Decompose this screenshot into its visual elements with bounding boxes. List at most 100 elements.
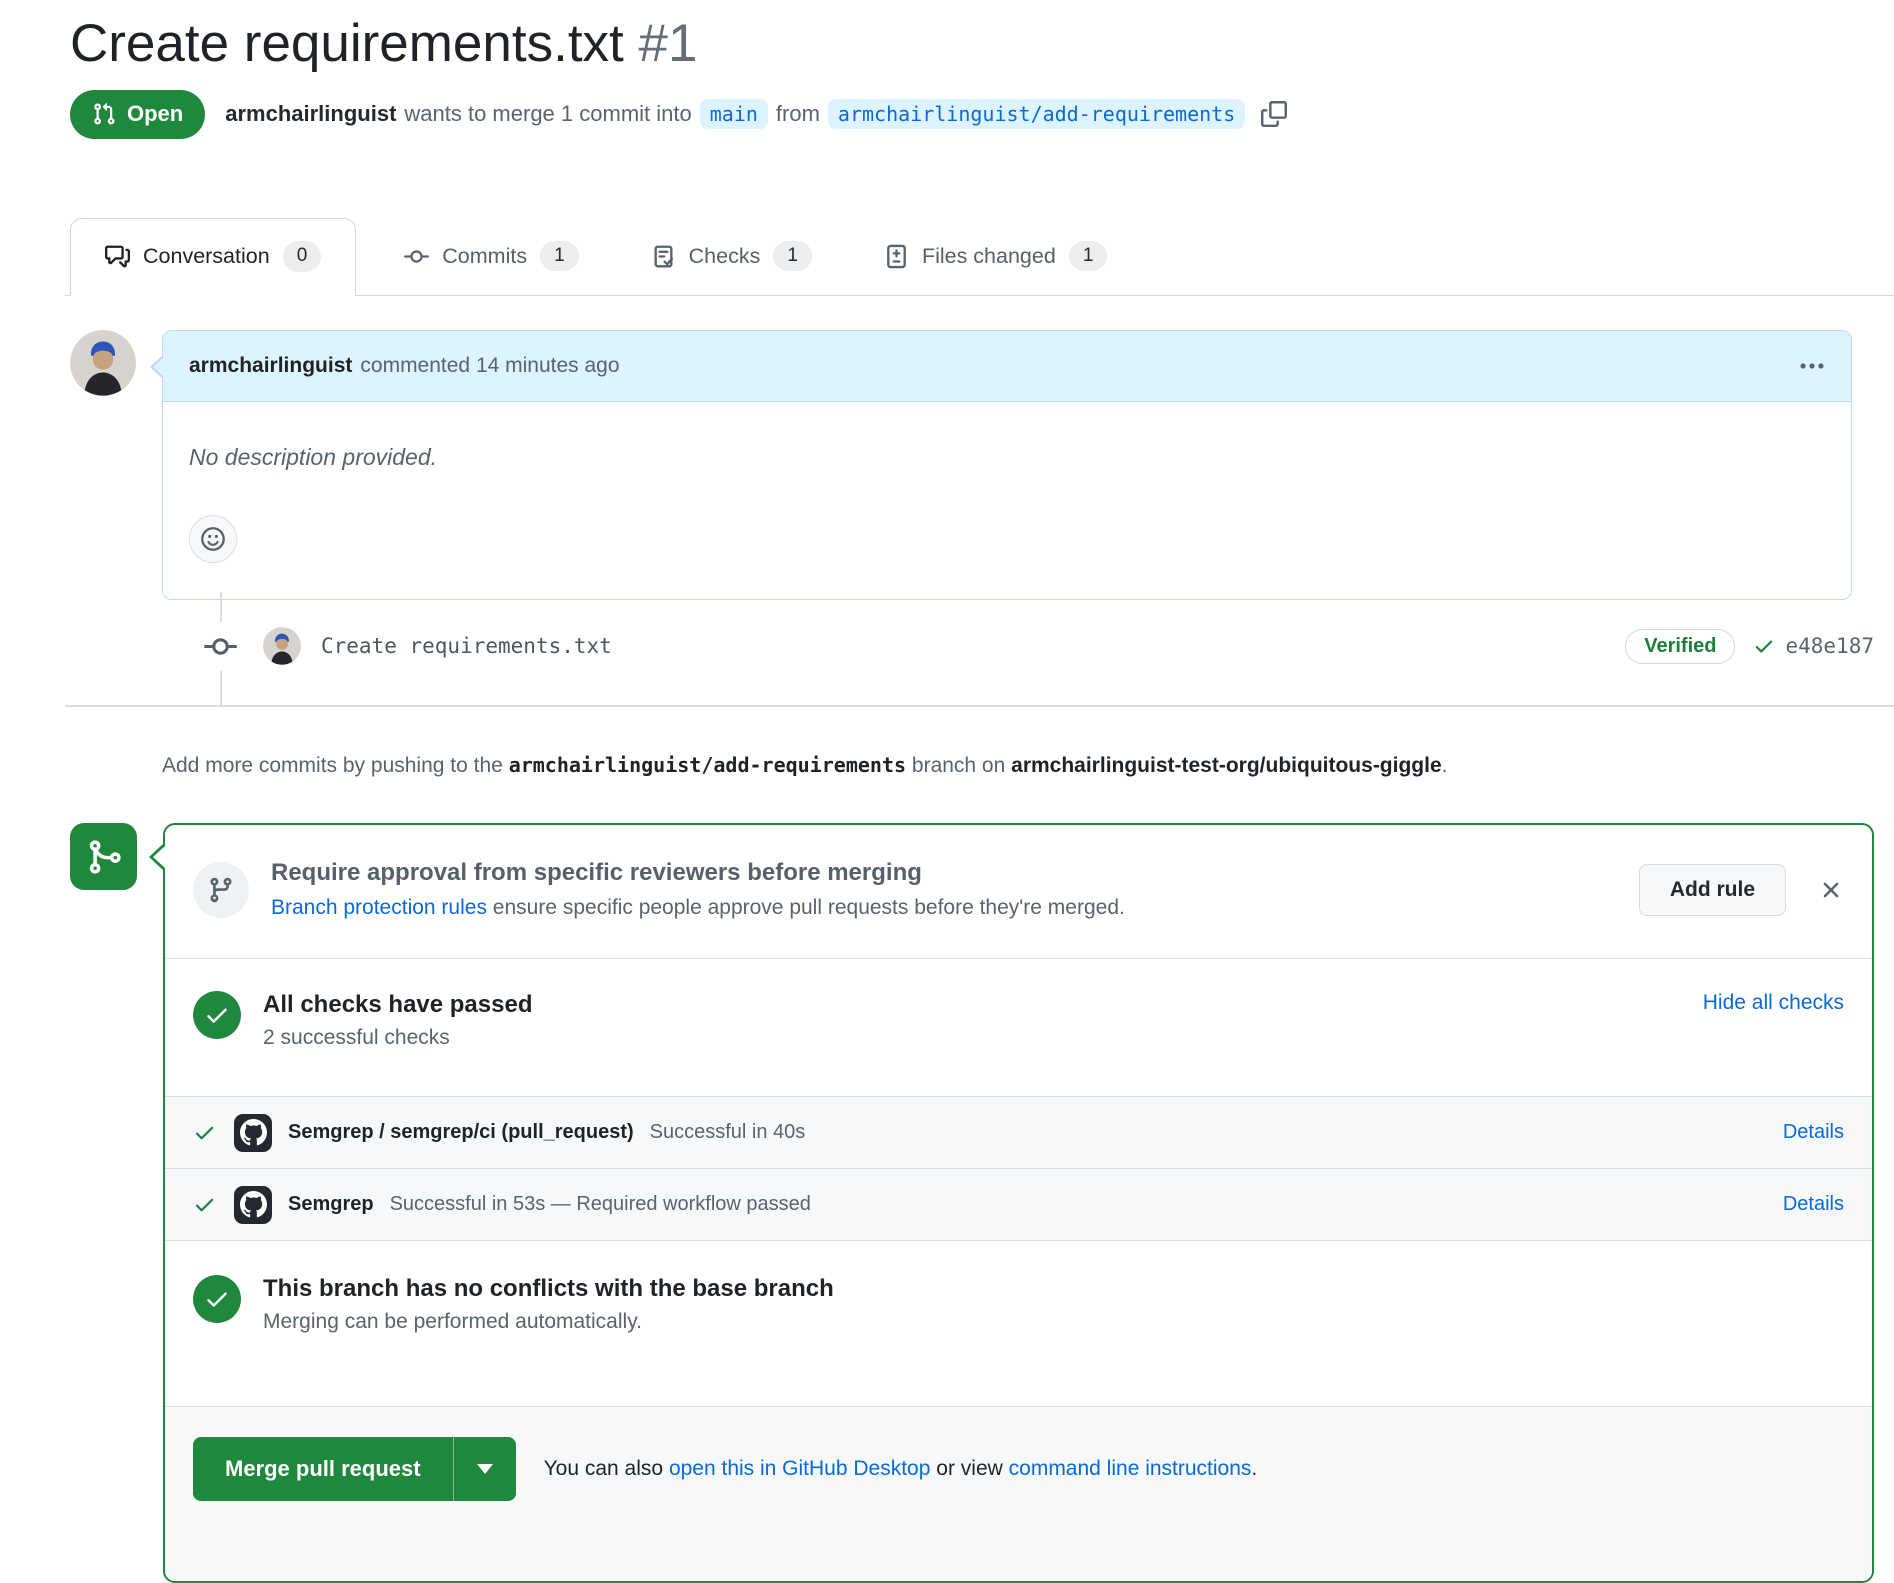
git-pull-request-icon (92, 102, 116, 126)
merge-status-area: Require approval from specific reviewers… (70, 823, 1874, 1583)
tab-label: Conversation (143, 244, 270, 269)
no-conflicts-title: This branch has no conflicts with the ba… (263, 1275, 834, 1303)
cta-text: You can also (544, 1457, 664, 1480)
check-icon[interactable] (1753, 635, 1775, 657)
checks-summary-text: All checks have passed 2 successful chec… (263, 991, 532, 1050)
merge-button-group: Merge pull request (193, 1437, 516, 1501)
check-passed-icon (193, 1193, 216, 1216)
verified-badge[interactable]: Verified (1625, 629, 1735, 664)
commit-status: Verified e48e187 (1625, 629, 1874, 664)
comment-body: No description provided. (163, 402, 1851, 471)
base-branch-label[interactable]: main (700, 99, 768, 129)
merge-options-dropdown[interactable] (453, 1437, 516, 1501)
no-conflicts-section: This branch has no conflicts with the ba… (165, 1240, 1872, 1406)
github-mark-icon (240, 1119, 267, 1146)
author-avatar[interactable] (70, 330, 136, 396)
copy-branch-button[interactable] (1261, 101, 1287, 127)
add-reaction-button[interactable] (189, 515, 237, 563)
check-row: Semgrep Successful in 53s — Required wor… (165, 1168, 1872, 1240)
checks-summary-section: All checks have passed 2 successful chec… (165, 959, 1872, 1096)
checks-summary-title: All checks have passed (263, 991, 532, 1019)
check-passed-icon (193, 1121, 216, 1144)
committer-avatar[interactable] (263, 627, 301, 665)
check-details-link[interactable]: Details (1783, 1193, 1844, 1216)
dismiss-protection-button[interactable] (1818, 877, 1844, 903)
smiley-icon (200, 526, 226, 552)
check-row: Semgrep / semgrep/ci (pull_request) Succ… (165, 1096, 1872, 1168)
tab-label: Commits (442, 244, 527, 269)
tab-conversation[interactable]: Conversation 0 (70, 218, 356, 296)
close-icon (1818, 877, 1844, 903)
protection-text: Require approval from specific reviewers… (271, 859, 1125, 920)
git-commit-icon (404, 244, 429, 269)
github-mark-icon (240, 1191, 267, 1218)
tab-counter: 0 (283, 241, 322, 272)
comment-box: armchairlinguist commented 14 minutes ag… (162, 330, 1852, 600)
github-actions-avatar (234, 1114, 272, 1152)
head-branch-label[interactable]: armchairlinguist/add-requirements (828, 99, 1245, 129)
reactions-row (189, 515, 1825, 563)
comment-options-button[interactable] (1799, 353, 1825, 379)
commit-message-link[interactable]: Create requirements.txt (321, 634, 612, 658)
success-check-icon (193, 1275, 241, 1323)
command-line-instructions-link[interactable]: command line instructions (1009, 1457, 1252, 1480)
pr-state-badge: Open (70, 90, 205, 139)
commit-row: Create requirements.txt Verified e48e187 (70, 622, 1874, 671)
checks-summary-subtitle: 2 successful checks (263, 1026, 532, 1050)
commit-sha-link[interactable]: e48e187 (1785, 634, 1874, 658)
hide-all-checks-link[interactable]: Hide all checks (1703, 991, 1844, 1015)
merge-box: Require approval from specific reviewers… (163, 823, 1874, 1583)
tab-counter: 1 (1069, 241, 1108, 272)
branch-protection-section: Require approval from specific reviewers… (165, 825, 1872, 959)
avatar-image (263, 627, 301, 665)
github-desktop-link[interactable]: open this in GitHub Desktop (669, 1457, 930, 1480)
tab-counter: 1 (773, 241, 812, 272)
protection-title: Require approval from specific reviewers… (271, 859, 1125, 887)
check-details-link[interactable]: Details (1783, 1121, 1844, 1144)
tab-commits[interactable]: Commits 1 (380, 218, 602, 295)
no-conflicts-subtitle: Merging can be performed automatically. (263, 1310, 834, 1334)
triangle-down-icon (477, 1464, 493, 1474)
tab-checks[interactable]: Checks 1 (627, 218, 836, 295)
add-rule-button[interactable]: Add rule (1639, 864, 1786, 916)
git-merge-icon (85, 838, 123, 876)
avatar-image (70, 330, 136, 396)
pull-request-page: Create requirements.txt #1 Open armchair… (0, 12, 1894, 1583)
checklist-icon (651, 244, 676, 269)
page-title: Create requirements.txt #1 (70, 12, 1874, 76)
check-name: Semgrep / semgrep/ci (pull_request) (288, 1121, 634, 1144)
git-commit-icon (204, 622, 237, 671)
comment-meta: commented 14 minutes ago (360, 354, 619, 378)
merge-cta-section: Merge pull request You can also open thi… (165, 1406, 1872, 1581)
check-status: Successful in 53s — Required workflow pa… (390, 1193, 811, 1216)
push-note: Add more commits by pushing to the armch… (162, 749, 1862, 784)
push-note-branch: armchairlinguist/add-requirements (509, 753, 906, 777)
comment-author[interactable]: armchairlinguist (189, 354, 352, 378)
timeline-comment: armchairlinguist commented 14 minutes ag… (70, 330, 1874, 600)
check-name: Semgrep (288, 1193, 374, 1216)
merge-summary-from: from (776, 101, 820, 127)
no-conflicts-text: This branch has no conflicts with the ba… (263, 1275, 834, 1334)
comment-header: armchairlinguist commented 14 minutes ag… (163, 331, 1851, 402)
pr-state-label: Open (127, 101, 183, 127)
copy-icon (1261, 101, 1287, 127)
pr-tab-nav: Conversation 0 Commits 1 Checks 1 Files … (65, 218, 1894, 296)
branch-protection-rules-link[interactable]: Branch protection rules (271, 896, 487, 919)
protection-description-text: ensure specific people approve pull requ… (493, 896, 1125, 919)
git-branch-icon (193, 862, 249, 918)
tab-label: Files changed (922, 244, 1056, 269)
push-note-repo: armchairlinguist-test-org/ubiquitous-gig… (1011, 754, 1442, 777)
comment-discussion-icon (105, 244, 130, 269)
github-actions-avatar (234, 1186, 272, 1224)
push-note-text: Add more commits by pushing to the (162, 754, 503, 777)
tab-label: Checks (689, 244, 761, 269)
cta-text: or view (936, 1457, 1003, 1480)
protection-description: Branch protection rules ensure specific … (271, 896, 1125, 920)
merge-state-icon (70, 823, 137, 890)
success-check-icon (193, 991, 241, 1039)
merge-alt-text: You can also open this in GitHub Desktop… (544, 1457, 1258, 1481)
commit-timeline: Create requirements.txt Verified e48e187 (70, 600, 1874, 705)
pr-author-link[interactable]: armchairlinguist (225, 101, 396, 127)
merge-pull-request-button[interactable]: Merge pull request (193, 1437, 453, 1501)
tab-files-changed[interactable]: Files changed 1 (860, 218, 1131, 295)
